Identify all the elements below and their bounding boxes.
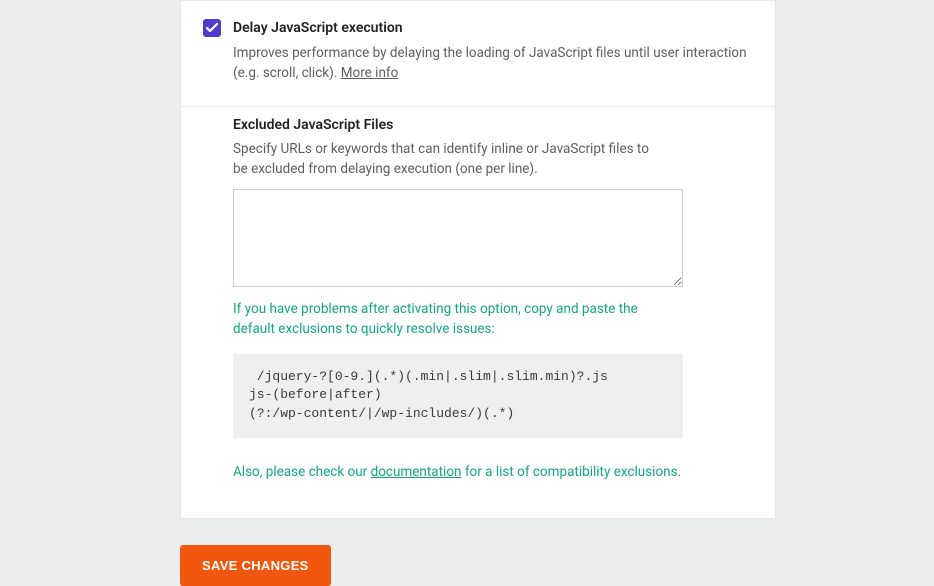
doc-pre-text: Also, please check our — [233, 464, 371, 480]
excluded-js-title: Excluded JavaScript Files — [233, 117, 753, 133]
save-changes-button[interactable]: SAVE CHANGES — [180, 545, 331, 586]
delay-js-desc-text: Improves performance by delaying the loa… — [233, 45, 747, 81]
settings-panel: Delay JavaScript execution Improves perf… — [180, 0, 776, 519]
delay-js-title: Delay JavaScript execution — [233, 20, 403, 36]
delay-js-description: Improves performance by delaying the loa… — [233, 43, 753, 84]
check-icon — [206, 23, 218, 33]
excluded-js-section: Excluded JavaScript Files Specify URLs o… — [181, 117, 775, 519]
excluded-js-description: Specify URLs or keywords that can identi… — [233, 139, 663, 180]
documentation-note: Also, please check our documentation for… — [233, 462, 683, 482]
default-exclusions-code: /jquery-?[0-9.](.*)(.min|.slim|.slim.min… — [233, 354, 683, 439]
excluded-js-textarea[interactable] — [233, 189, 683, 287]
excluded-js-help: If you have problems after activating th… — [233, 299, 683, 340]
delay-js-checkbox-row: Delay JavaScript execution — [203, 19, 753, 37]
delay-js-section: Delay JavaScript execution Improves perf… — [181, 1, 775, 107]
more-info-link[interactable]: More info — [341, 65, 399, 81]
doc-post-text: for a list of compatibility exclusions. — [461, 464, 681, 480]
documentation-link[interactable]: documentation — [371, 464, 462, 480]
delay-js-checkbox[interactable] — [203, 19, 221, 37]
